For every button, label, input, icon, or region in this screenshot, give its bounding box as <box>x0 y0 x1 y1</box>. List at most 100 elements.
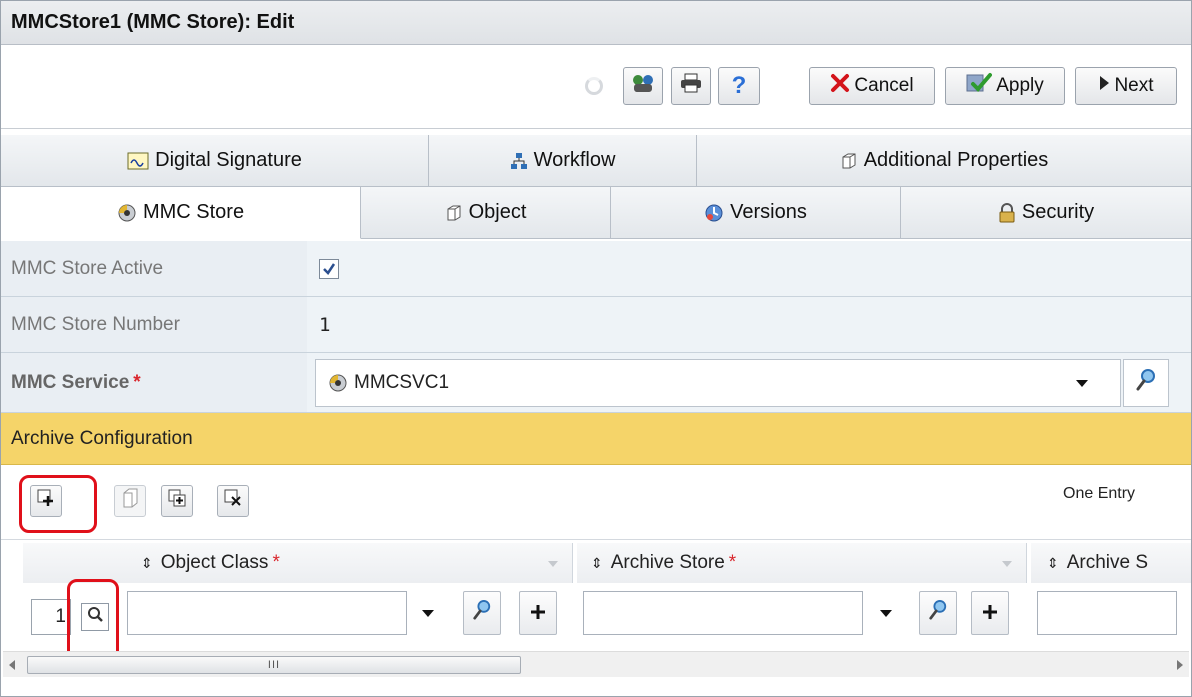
tab-object[interactable]: Object <box>361 187 611 239</box>
grid-header-divider <box>1 539 1191 540</box>
tab-digital-signature[interactable]: Digital Signature <box>1 135 429 187</box>
sort-icon: ⇕ <box>141 554 153 571</box>
toolbar: ? Cancel Apply Next <box>1 45 1191 129</box>
column-menu-arrow-icon[interactable] <box>1002 561 1012 567</box>
delete-entry-icon <box>223 488 243 514</box>
apply-button-label: Apply <box>996 75 1044 96</box>
security-lock-icon <box>998 202 1016 223</box>
object-class-add-button[interactable] <box>519 591 557 635</box>
mmc-store-active-row: MMC Store Active <box>1 241 1191 297</box>
next-button-label: Next <box>1114 75 1154 96</box>
insert-entry-icon <box>167 488 187 514</box>
apply-check-icon <box>966 72 993 100</box>
find-users-button[interactable] <box>623 67 663 105</box>
digital-signature-icon <box>127 152 149 170</box>
mmc-store-number-label: MMC Store Number <box>1 297 307 352</box>
mmc-service-dropdown-arrow-icon[interactable] <box>1076 379 1088 387</box>
archive-store-dropdown-button[interactable] <box>867 591 905 635</box>
archive-configuration-header: Archive Configuration <box>1 413 1191 465</box>
mmc-service-label-cell: MMC Service * <box>1 353 307 412</box>
required-marker: * <box>272 552 280 573</box>
archive-store-add-button[interactable] <box>971 591 1009 635</box>
grid-toolbar: One Entry <box>1 465 1191 533</box>
mmc-store-number-value: 1 <box>319 313 331 336</box>
versions-icon <box>704 203 724 223</box>
search-magnifier-icon <box>928 599 948 627</box>
object-class-input[interactable] <box>127 591 407 635</box>
tab-label: Versions <box>730 201 807 223</box>
scroll-left-icon[interactable] <box>9 660 15 670</box>
copy-entry-icon <box>120 487 140 515</box>
tab-label: Workflow <box>533 149 616 171</box>
column-header-archive-s[interactable]: ⇕ Archive S <box>1031 543 1191 583</box>
plus-icon <box>530 600 546 626</box>
tab-additional-properties[interactable]: Additional Properties <box>697 135 1191 187</box>
required-marker: * <box>133 371 141 393</box>
object-icon <box>445 204 463 222</box>
mmc-service-disc-icon <box>328 373 348 393</box>
tab-label: MMC Store <box>142 201 245 223</box>
users-search-icon <box>631 72 655 100</box>
edit-window: MMCStore1 (MMC Store): Edit ? Cancel App… <box>0 0 1192 697</box>
tab-versions[interactable]: Versions <box>611 187 901 239</box>
delete-entry-button[interactable] <box>217 485 249 517</box>
mmc-service-value-cell: MMCSVC1 <box>307 353 1191 412</box>
search-magnifier-icon <box>472 599 492 627</box>
tab-security[interactable]: Security <box>901 187 1191 239</box>
mmc-service-label: MMC Service <box>11 371 130 393</box>
copy-entry-button[interactable] <box>114 485 146 517</box>
column-header-archive-store[interactable]: ⇕ Archive Store * <box>577 543 1027 583</box>
mmc-service-row: MMC Service * MMCSVC1 <box>1 353 1191 413</box>
column-label: Archive S <box>1066 552 1149 573</box>
cancel-x-icon <box>830 73 850 99</box>
object-class-dropdown-button[interactable] <box>409 591 447 635</box>
loading-spinner-icon <box>585 77 603 95</box>
cancel-button-label: Cancel <box>854 75 914 96</box>
dropdown-arrow-icon <box>880 609 892 617</box>
printer-icon <box>680 73 702 99</box>
mmc-store-icon <box>117 203 137 223</box>
sort-icon: ⇕ <box>1047 554 1059 571</box>
archive-store-search-button[interactable] <box>919 591 957 635</box>
mmc-service-value: MMCSVC1 <box>354 371 450 393</box>
mmc-store-number-value-cell: 1 <box>307 297 1191 352</box>
mmc-store-active-value <box>307 241 1191 296</box>
scroll-right-icon[interactable] <box>1177 660 1183 670</box>
tab-mmc-store[interactable]: MMC Store <box>1 187 361 239</box>
tabs-row-bottom: MMC Store Object Versions Security <box>1 187 1191 239</box>
next-arrow-icon <box>1098 75 1110 97</box>
mmc-service-search-button[interactable] <box>1123 358 1169 407</box>
archive-s-input[interactable] <box>1037 591 1177 635</box>
scroll-grip: III <box>267 659 281 671</box>
add-button-highlight <box>19 475 97 533</box>
object-class-search-button[interactable] <box>463 591 501 635</box>
next-button[interactable]: Next <box>1075 67 1177 105</box>
column-menu-arrow-icon[interactable] <box>548 561 558 567</box>
mmc-service-select[interactable]: MMCSVC1 <box>315 358 1121 407</box>
workflow-icon <box>510 152 528 170</box>
horizontal-scrollbar[interactable]: III <box>3 651 1189 677</box>
tab-label: Security <box>1021 201 1095 223</box>
additional-properties-icon <box>840 152 858 170</box>
archive-store-input[interactable] <box>583 591 863 635</box>
insert-entry-button[interactable] <box>161 485 193 517</box>
tab-label: Digital Signature <box>155 149 302 171</box>
help-button[interactable]: ? <box>718 67 760 105</box>
apply-button[interactable]: Apply <box>945 67 1065 105</box>
tab-workflow[interactable]: Workflow <box>429 135 697 187</box>
scroll-thumb[interactable]: III <box>27 656 521 674</box>
tabs-row-top: Digital Signature Workflow Additional Pr… <box>1 135 1191 187</box>
column-label: Archive Store <box>610 552 725 573</box>
column-label: Object Class <box>160 552 269 573</box>
mmc-store-active-checkbox[interactable] <box>319 258 339 279</box>
mmc-store-number-row: MMC Store Number 1 <box>1 297 1191 353</box>
cancel-button[interactable]: Cancel <box>809 67 935 105</box>
search-magnifier-icon <box>1135 368 1157 398</box>
print-button[interactable] <box>671 67 711 105</box>
column-header-object-class[interactable]: ⇕ Object Class * <box>23 543 573 583</box>
dropdown-arrow-icon <box>422 609 434 617</box>
required-marker: * <box>728 552 737 573</box>
entry-count: One Entry <box>1063 485 1136 502</box>
window-title: MMCStore1 (MMC Store): Edit <box>1 1 1191 45</box>
sort-icon: ⇕ <box>591 554 603 571</box>
